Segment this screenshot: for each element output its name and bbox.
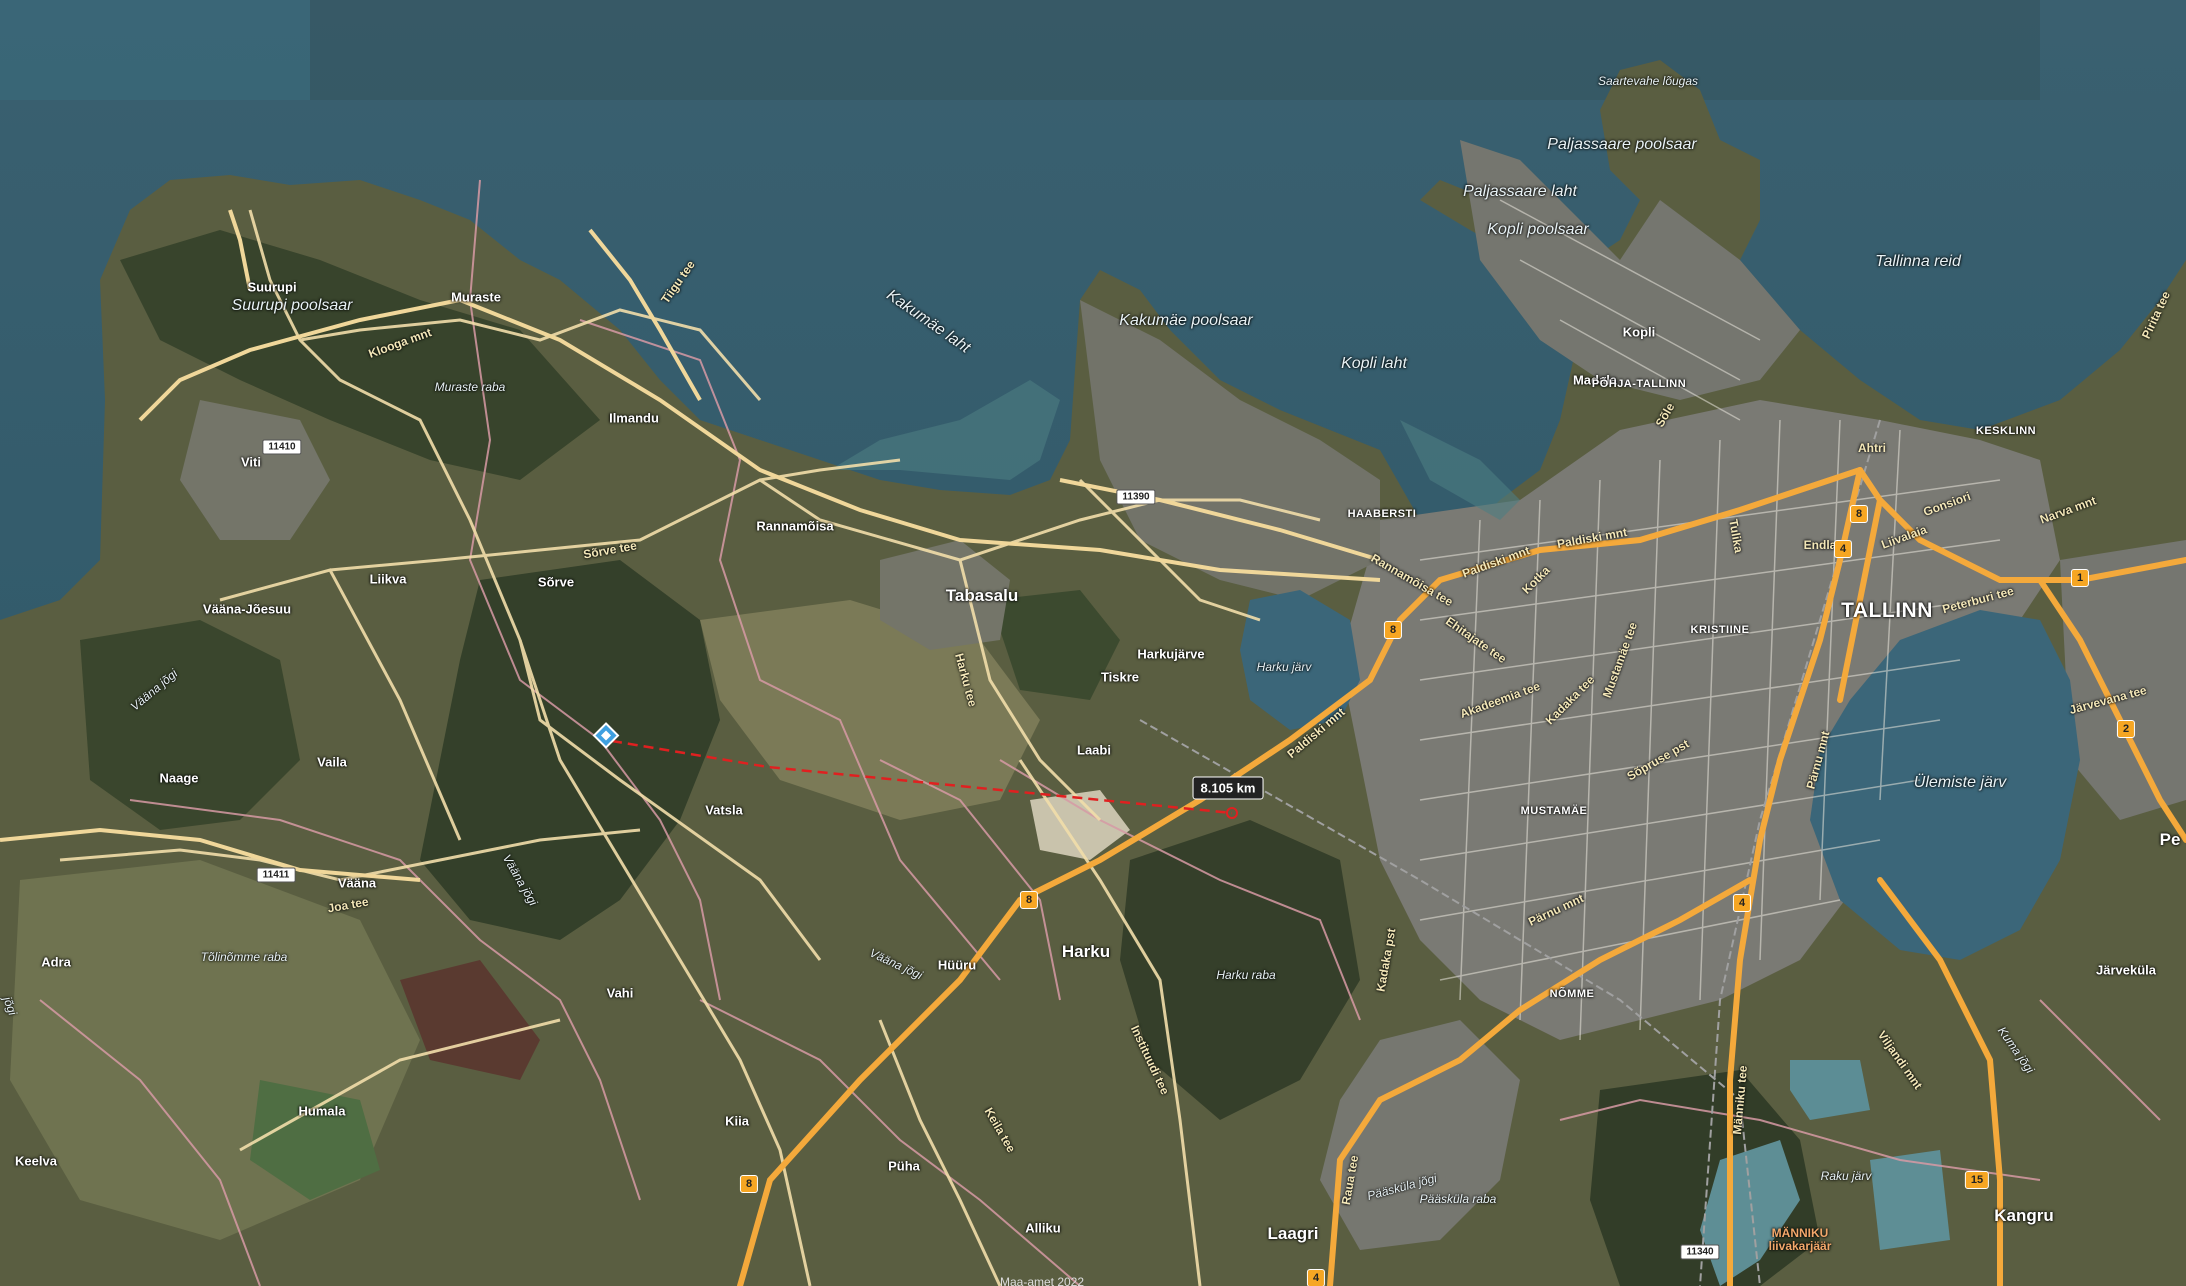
road-shield: 4 bbox=[1833, 540, 1853, 558]
map-view[interactable]: 8.105 km Suurupi Muraste Ilmandu Viti Ra… bbox=[0, 0, 2186, 1286]
road-shield: 11340 bbox=[1680, 1244, 1720, 1260]
road-shield: 1 bbox=[2070, 569, 2090, 587]
road-shield: 2 bbox=[2116, 720, 2136, 738]
location-pin-icon bbox=[592, 722, 620, 749]
road-shield: 15 bbox=[1964, 1171, 1990, 1189]
road-shield: 4 bbox=[1306, 1269, 1326, 1286]
road-shield: 8 bbox=[1849, 505, 1869, 523]
road-shield: 11411 bbox=[256, 867, 296, 883]
map-attribution: Maa-amet 2022 bbox=[999, 1275, 1085, 1286]
measurement-start-marker[interactable] bbox=[592, 722, 620, 755]
map-imagery bbox=[0, 0, 2186, 1286]
road-shield: 11390 bbox=[1116, 489, 1156, 505]
road-shield: 8 bbox=[1383, 621, 1403, 639]
road-shield: 8 bbox=[1019, 891, 1039, 909]
distance-label: 8.105 km bbox=[1192, 776, 1264, 800]
road-shield: 4 bbox=[1732, 894, 1752, 912]
road-shield: 11410 bbox=[262, 439, 302, 455]
road-shield: 8 bbox=[739, 1175, 759, 1193]
